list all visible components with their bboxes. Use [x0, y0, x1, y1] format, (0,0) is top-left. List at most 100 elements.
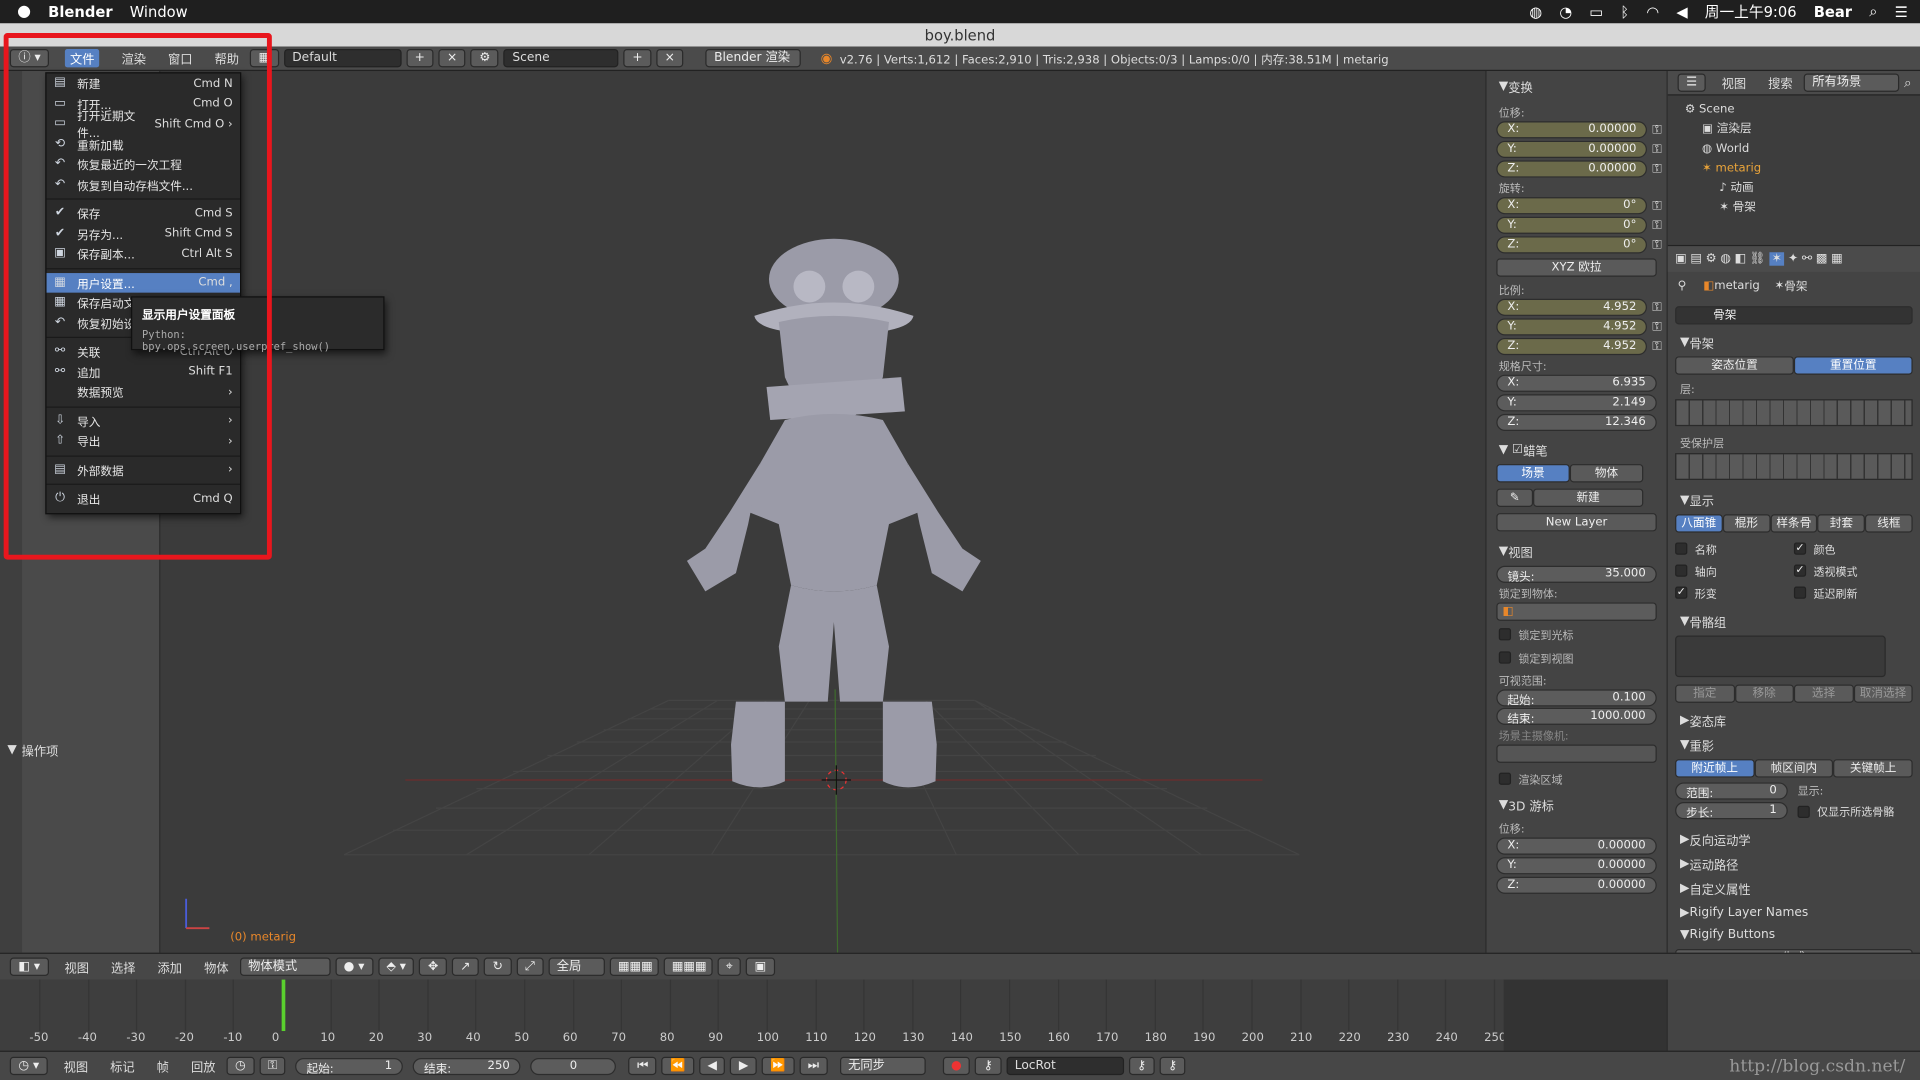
lock-icon[interactable]: ⚿ — [1652, 162, 1661, 175]
display-option-checkbox[interactable] — [1675, 564, 1688, 577]
outliner-search-menu[interactable]: 搜索 — [1768, 73, 1792, 91]
bone-groups-panel-title[interactable]: ▼ 骨骼组 — [1668, 611, 1920, 631]
display-option-checkbox[interactable]: ✓ — [1793, 564, 1807, 577]
lock-view-option[interactable]: 锁定到视图 — [1487, 649, 1667, 666]
collapsed-panel-1[interactable]: ▶ 运动路径 — [1668, 851, 1920, 875]
display-option-0[interactable]: 名称 — [1675, 538, 1794, 560]
display-option-checkbox[interactable]: ✓ — [1675, 586, 1688, 599]
protected-layers-grid[interactable] — [1675, 453, 1913, 481]
object-tab-icon[interactable]: ◧ — [1735, 252, 1747, 265]
scene-icon[interactable]: ⚙ — [470, 48, 499, 68]
viewport-canvas[interactable] — [160, 71, 1485, 953]
3d-viewport[interactable]: (0) metarig — [160, 71, 1486, 953]
bone-group-btn-3[interactable]: 取消选择 — [1853, 684, 1913, 703]
rest-position-button[interactable]: 重置位置 — [1793, 356, 1913, 375]
bone-constraint-tab-icon[interactable]: ⚯ — [1802, 252, 1812, 265]
3d-cursor-panel-title[interactable]: ▼ 3D 游标 — [1487, 795, 1667, 815]
material-tab-icon[interactable]: ▩ — [1816, 252, 1828, 265]
screen-layout-field[interactable]: Default — [283, 48, 402, 68]
clock[interactable]: 周一上午9:06 — [1705, 1, 1797, 22]
outliner-item-world[interactable]: ◍ World — [1685, 140, 1920, 160]
transform-panel-title[interactable]: ▼ 变换 — [1487, 76, 1667, 96]
rotation-mode-select[interactable]: XYZ 欧拉 — [1496, 258, 1657, 277]
display-option-1[interactable]: ✓ 颜色 — [1793, 538, 1913, 560]
scale-x-field[interactable]: X: 4.952 — [1496, 298, 1648, 316]
preview-range-icon[interactable]: ◷ — [226, 1056, 255, 1076]
location-x-field[interactable]: X: 0.00000 — [1496, 121, 1648, 139]
lock-icon[interactable]: ⚿ — [259, 1056, 286, 1076]
gp-new-button[interactable]: 新建 — [1533, 488, 1644, 507]
airplay-icon[interactable]: ▭ — [1589, 3, 1603, 20]
armature-tab-icon[interactable]: ✶ — [1769, 252, 1785, 266]
operator-panel-header[interactable]: ▼ 操作项 — [7, 740, 154, 760]
scale-y-field[interactable]: Y: 4.952 — [1496, 318, 1648, 336]
lock-icon[interactable]: ⚿ — [1652, 320, 1661, 333]
3d-cursor-icon[interactable] — [821, 765, 852, 795]
ghost-step-field[interactable]: 步长: 1 — [1675, 802, 1788, 820]
view-menu-1[interactable]: 选择 — [111, 958, 135, 975]
display-mode-0[interactable]: 八面锥 — [1675, 514, 1723, 533]
user-name[interactable]: Bear — [1814, 3, 1852, 20]
ghost-mode-1[interactable]: 帧区间内 — [1754, 759, 1834, 778]
texture-tab-icon[interactable]: ▦ — [1831, 252, 1843, 265]
apple-icon[interactable]: ● — [17, 2, 31, 20]
clip-start-field[interactable]: 起始: 0.100 — [1496, 689, 1657, 708]
scale-z-field[interactable]: Z: 4.952 — [1496, 337, 1648, 356]
bone-group-btn-1[interactable]: 移除 — [1734, 684, 1794, 703]
armature-datablock-field[interactable]: 骨架 — [1675, 306, 1913, 325]
timeline-menu-3[interactable]: 回放 — [191, 1057, 215, 1075]
collapsed-panel-3[interactable]: ▶ Rigify Layer Names — [1668, 900, 1920, 924]
ghost-selected-checkbox[interactable] — [1797, 805, 1810, 818]
lock-view-checkbox[interactable] — [1498, 651, 1512, 664]
lock-icon[interactable]: ⚿ — [1652, 219, 1661, 232]
play-reverse-icon[interactable]: ◀ — [698, 1056, 726, 1076]
jump-start-icon[interactable]: ⏮ — [628, 1056, 657, 1076]
display-mode-3[interactable]: 封套 — [1817, 514, 1866, 533]
location-y-field[interactable]: Y: 0.00000 — [1496, 140, 1648, 158]
lock-icon[interactable]: ⚿ — [1652, 238, 1661, 251]
jump-end-icon[interactable]: ⏭ — [799, 1056, 828, 1076]
rotation-z-field[interactable]: Z: 0° — [1496, 236, 1648, 254]
clip-end-field[interactable]: 结束: 1000.000 — [1496, 707, 1657, 726]
pivot-point-icon[interactable]: ⬘ ▾ — [377, 957, 415, 976]
display-option-3[interactable]: ✓ 透视模式 — [1793, 560, 1913, 582]
outliner-type-icon[interactable]: ☰ — [1677, 73, 1706, 92]
layers-tab-icon[interactable]: ▤ — [1690, 252, 1702, 265]
add-scene-icon[interactable]: + — [623, 48, 652, 68]
dimensions-y-field[interactable]: Y: 2.149 — [1496, 394, 1657, 412]
scene-tab-icon[interactable]: ⚙ — [1706, 252, 1717, 265]
bone-layers-grid[interactable] — [1675, 399, 1913, 427]
outliner-item-anim[interactable]: ♪ 动画 — [1685, 179, 1920, 199]
scale-icon[interactable]: ⤢ — [516, 957, 544, 976]
view-menu-3[interactable]: 物体 — [204, 958, 228, 975]
gp-pencil-icon[interactable]: ✎ — [1496, 488, 1534, 507]
outliner-item-scene[interactable]: ⚙ Scene — [1685, 100, 1920, 120]
lock-icon[interactable]: ⚿ — [1652, 143, 1661, 156]
delete-scene-icon[interactable]: × — [656, 48, 684, 68]
bone-groups-list[interactable] — [1675, 635, 1886, 678]
translate-icon[interactable]: ↗ — [451, 957, 480, 976]
skeleton-panel-title[interactable]: ▼ 骨架 — [1668, 332, 1920, 352]
current-frame-field[interactable]: 0 — [530, 1057, 617, 1075]
bell-icon[interactable]: ◔ — [1559, 3, 1572, 20]
ghost-mode-2[interactable]: 关键帧上 — [1833, 759, 1913, 778]
view-menu-0[interactable]: 视图 — [64, 958, 88, 975]
bone-tab-icon[interactable]: ✦ — [1788, 252, 1798, 265]
keying-icon[interactable]: ⚷ — [975, 1056, 1002, 1076]
list-icon[interactable]: ☰ — [1895, 3, 1908, 20]
layers-buttons[interactable]: ▦▦▦ — [609, 957, 659, 976]
gp-scene-button[interactable]: 场景 — [1496, 464, 1570, 483]
rotation-y-field[interactable]: Y: 0° — [1496, 216, 1648, 234]
rotation-x-field[interactable]: X: 0° — [1496, 197, 1648, 215]
end-frame-field[interactable]: 结束: 250 — [413, 1057, 521, 1076]
display-option-checkbox[interactable]: ✓ — [1793, 542, 1807, 555]
ghost-panel-title[interactable]: ▼ 重影 — [1668, 735, 1920, 755]
bone-group-btn-2[interactable]: 选择 — [1793, 684, 1854, 703]
volume-icon[interactable]: ◀ — [1676, 3, 1687, 20]
pose-library-panel-title[interactable]: ▶ 姿态库 — [1668, 710, 1920, 730]
timeline-area[interactable]: -50 -40 -30 -20 -10 0 10 20 30 40 50 60 70 80 90 100 110… — [0, 979, 1667, 1051]
ghost-selected-option[interactable]: 仅显示所选骨骼 — [1797, 803, 1894, 819]
outliner-view-menu[interactable]: 视图 — [1722, 73, 1746, 91]
snap-icon[interactable]: ⌖ — [717, 957, 742, 976]
prev-key-icon[interactable]: ⏪ — [661, 1056, 694, 1076]
